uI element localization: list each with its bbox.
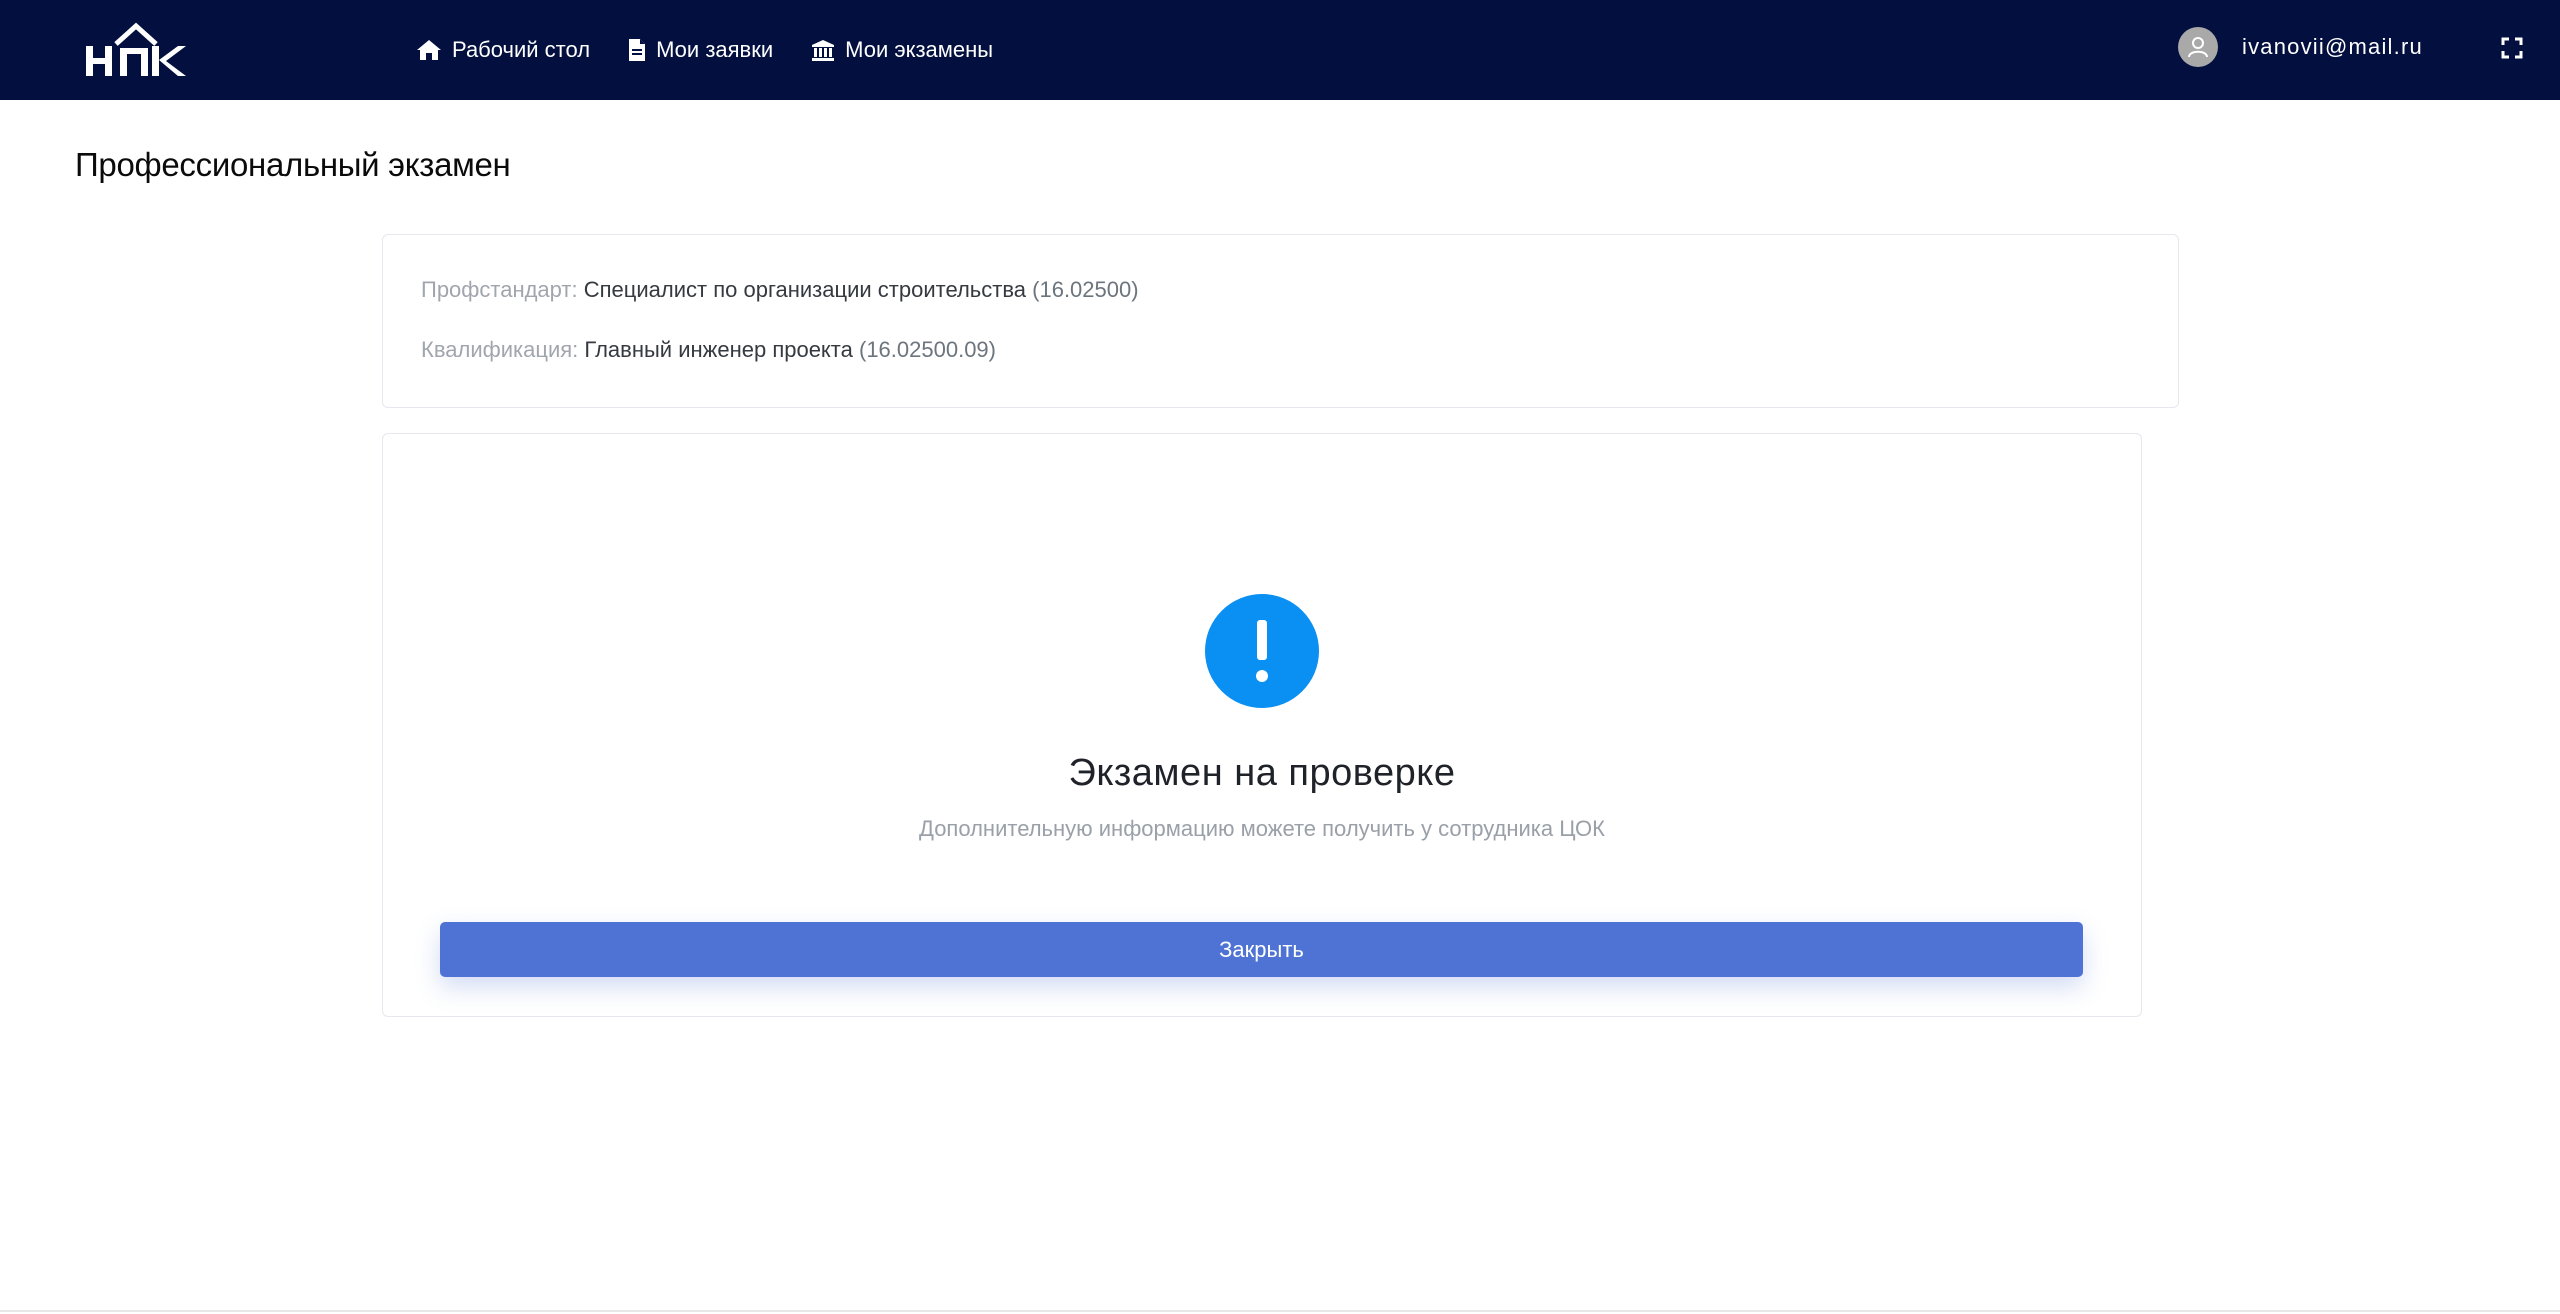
- main-nav: Рабочий стол Мои заявки Мои экзамены: [416, 0, 1031, 100]
- divider: [0, 1310, 2560, 1312]
- close-button[interactable]: Закрыть: [440, 922, 2083, 977]
- home-icon: [417, 40, 441, 60]
- qualification-value: Главный инженер проекта: [584, 337, 853, 362]
- document-icon: [629, 39, 646, 61]
- exam-info-card: Профстандарт: Специалист по организации …: [382, 234, 2179, 408]
- exam-status-card: Экзамен на проверке Дополнительную инфор…: [382, 433, 2142, 1017]
- nav-item-label: Мои экзамены: [845, 37, 994, 62]
- page-title: Профессиональный экзамен: [75, 146, 511, 183]
- nav-item-applications[interactable]: Мои заявки: [628, 37, 773, 63]
- nav-item-label: Рабочий стол: [452, 37, 591, 62]
- user-icon: [2188, 37, 2208, 58]
- nav-item-exams[interactable]: Мои экзамены: [811, 37, 993, 63]
- status-title: Экзамен на проверке: [1068, 752, 1456, 794]
- user-menu[interactable]: ivanovii@mail.ru: [2178, 26, 2423, 68]
- exclamation-circle-icon: [1205, 594, 1319, 708]
- fullscreen-icon[interactable]: [2500, 36, 2524, 60]
- standard-code: (16.02500): [1032, 277, 1139, 302]
- user-email: ivanovii@mail.ru: [2242, 34, 2423, 59]
- nav-item-label: Мои заявки: [656, 37, 774, 62]
- top-navbar: Рабочий стол Мои заявки Мои экзамены iva…: [0, 0, 2560, 100]
- standard-value: Специалист по организации строительства: [583, 277, 1027, 302]
- qualification-code: (16.02500.09): [859, 337, 996, 362]
- standard-label: Профстандарт:: [421, 277, 578, 302]
- qualification-row: Квалификация: Главный инженер проекта (1…: [421, 337, 996, 363]
- qualification-label: Квалификация:: [421, 337, 579, 362]
- institution-icon: [812, 40, 835, 61]
- standard-row: Профстандарт: Специалист по организации …: [421, 277, 1139, 303]
- avatar: [2178, 27, 2218, 67]
- status-subtitle: Дополнительную информацию можете получит…: [919, 816, 1605, 841]
- nav-item-dashboard[interactable]: Рабочий стол: [416, 37, 590, 63]
- logo[interactable]: [82, 22, 190, 80]
